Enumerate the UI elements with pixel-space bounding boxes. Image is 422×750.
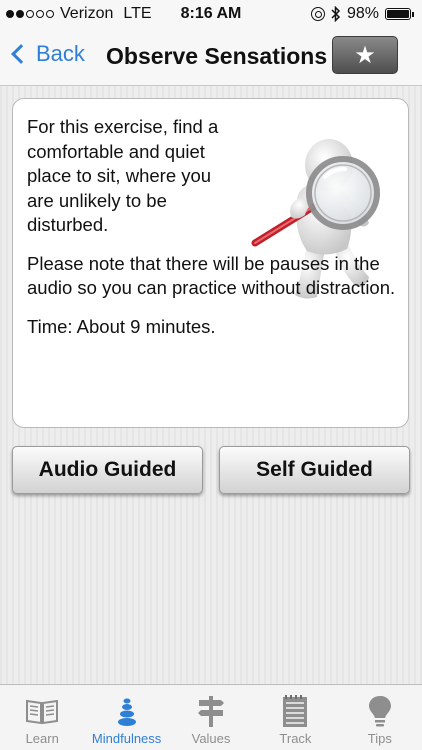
back-button-label: Back [36, 41, 85, 66]
book-icon [26, 699, 59, 725]
chevron-left-icon [11, 44, 31, 64]
tab-label-learn: Learn [25, 731, 59, 746]
battery-percent: 98% [346, 5, 379, 22]
battery-fill [387, 10, 409, 18]
instruction-text: For this exercise, find a comfortable an… [27, 115, 397, 339]
navigation-bar: Back Observe Sensations ★ [0, 30, 422, 86]
tab-values[interactable]: Values [169, 685, 253, 750]
bluetooth-icon [331, 6, 341, 22]
status-right: 98% [310, 5, 414, 23]
star-icon: ★ [354, 41, 376, 69]
status-bar: Verizon LTE 8:16 AM 98% [0, 0, 422, 30]
instruction-paragraph-1: For this exercise, find a comfortable an… [27, 116, 219, 235]
tab-bar: Learn Mindfulness Values Track Tips [0, 684, 422, 750]
tab-track[interactable]: Track [253, 685, 337, 750]
audio-guided-button[interactable]: Audio Guided [12, 446, 203, 494]
orientation-lock-icon [310, 7, 325, 21]
favorite-button[interactable]: ★ [332, 36, 398, 74]
lightbulb-icon [368, 696, 391, 727]
back-button[interactable]: Back [8, 41, 85, 67]
exercise-duration: Time: About 9 minutes. [27, 315, 216, 337]
signpost-icon [198, 696, 225, 727]
notepad-icon [283, 695, 308, 727]
tab-label-tips: Tips [367, 731, 392, 746]
tab-label-track: Track [279, 731, 312, 746]
tab-label-mindfulness: Mindfulness [91, 731, 162, 746]
tab-label-values: Values [191, 731, 231, 746]
tab-mindfulness[interactable]: Mindfulness [84, 685, 168, 750]
battery-icon [385, 8, 414, 20]
tab-tips[interactable]: Tips [338, 685, 422, 750]
self-guided-button[interactable]: Self Guided [219, 446, 410, 494]
instruction-card: For this exercise, find a comfortable an… [12, 98, 409, 428]
stones-icon [117, 698, 136, 726]
tab-learn[interactable]: Learn [0, 685, 84, 750]
instruction-paragraph-2: Please note that there will be pauses in… [27, 252, 396, 299]
page-title: Observe Sensations [106, 43, 328, 69]
